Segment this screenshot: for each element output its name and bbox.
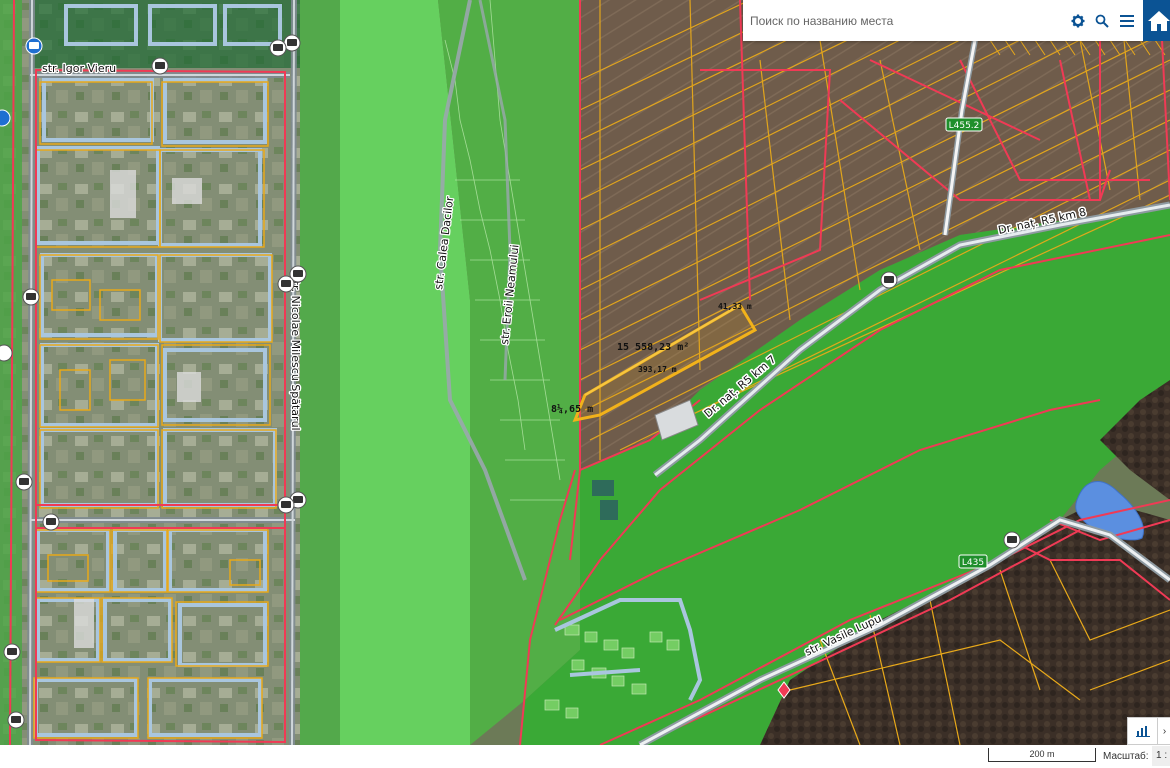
menu-icon <box>1120 15 1134 27</box>
svg-text:L455.2: L455.2 <box>949 121 980 131</box>
settings-button[interactable] <box>1068 11 1088 31</box>
search-button[interactable] <box>1092 11 1112 31</box>
search-input[interactable] <box>743 0 1060 41</box>
bus-stop-icon[interactable] <box>1003 531 1021 549</box>
bus-stop-icon[interactable] <box>15 473 33 491</box>
menu-button[interactable] <box>1117 11 1137 31</box>
search-icon <box>1095 14 1109 28</box>
bus-stop-icon[interactable] <box>25 37 43 55</box>
scale-bar-label: 200 m <box>1029 749 1055 759</box>
gear-icon <box>1071 14 1085 28</box>
bus-stop-icon[interactable] <box>7 711 25 729</box>
collapse-icon: › <box>1162 725 1167 737</box>
bus-stop-icon[interactable] <box>277 496 295 514</box>
measure-length-left: 8¼,65 m <box>551 403 593 415</box>
scale-select[interactable]: 1 : <box>1152 746 1170 766</box>
search-panel <box>743 0 1143 41</box>
bus-stop-icon[interactable] <box>880 271 898 289</box>
bus-stop-icon[interactable] <box>0 344 13 362</box>
home-icon <box>1148 10 1170 31</box>
map-canvas[interactable]: str. Igor Vieru str. Nicolae Milescu Spă… <box>0 0 1170 745</box>
scale-label: Масштаб: <box>1103 751 1149 762</box>
measure-length-long: 393,17 m <box>638 365 677 374</box>
street-label-igor-vieru: str. Igor Vieru <box>42 62 116 75</box>
road-badge-l4552: L455.2 <box>945 117 983 132</box>
road-badge-l435: L435 <box>958 554 988 569</box>
bus-stop-icon[interactable] <box>151 57 169 75</box>
measure-area: 15 558,23 m² <box>617 342 689 353</box>
chart-icon <box>1135 726 1150 737</box>
bus-stop-icon[interactable] <box>277 275 295 293</box>
street-label-nicolae-milescu: str. Nicolae Milescu Spătarul <box>289 275 302 431</box>
bus-stop-icon[interactable] <box>22 288 40 306</box>
svg-text:L435: L435 <box>962 558 984 568</box>
collapse-button[interactable]: › <box>1157 717 1170 745</box>
home-button[interactable] <box>1143 0 1170 41</box>
bus-stop-icon[interactable] <box>269 39 287 57</box>
scale-bar: 200 m <box>988 748 1096 762</box>
measure-length-top: 41,33 m <box>718 302 752 311</box>
bus-stop-icon[interactable] <box>42 513 60 531</box>
chart-button[interactable] <box>1127 717 1158 745</box>
bus-stop-icon[interactable] <box>3 643 21 661</box>
